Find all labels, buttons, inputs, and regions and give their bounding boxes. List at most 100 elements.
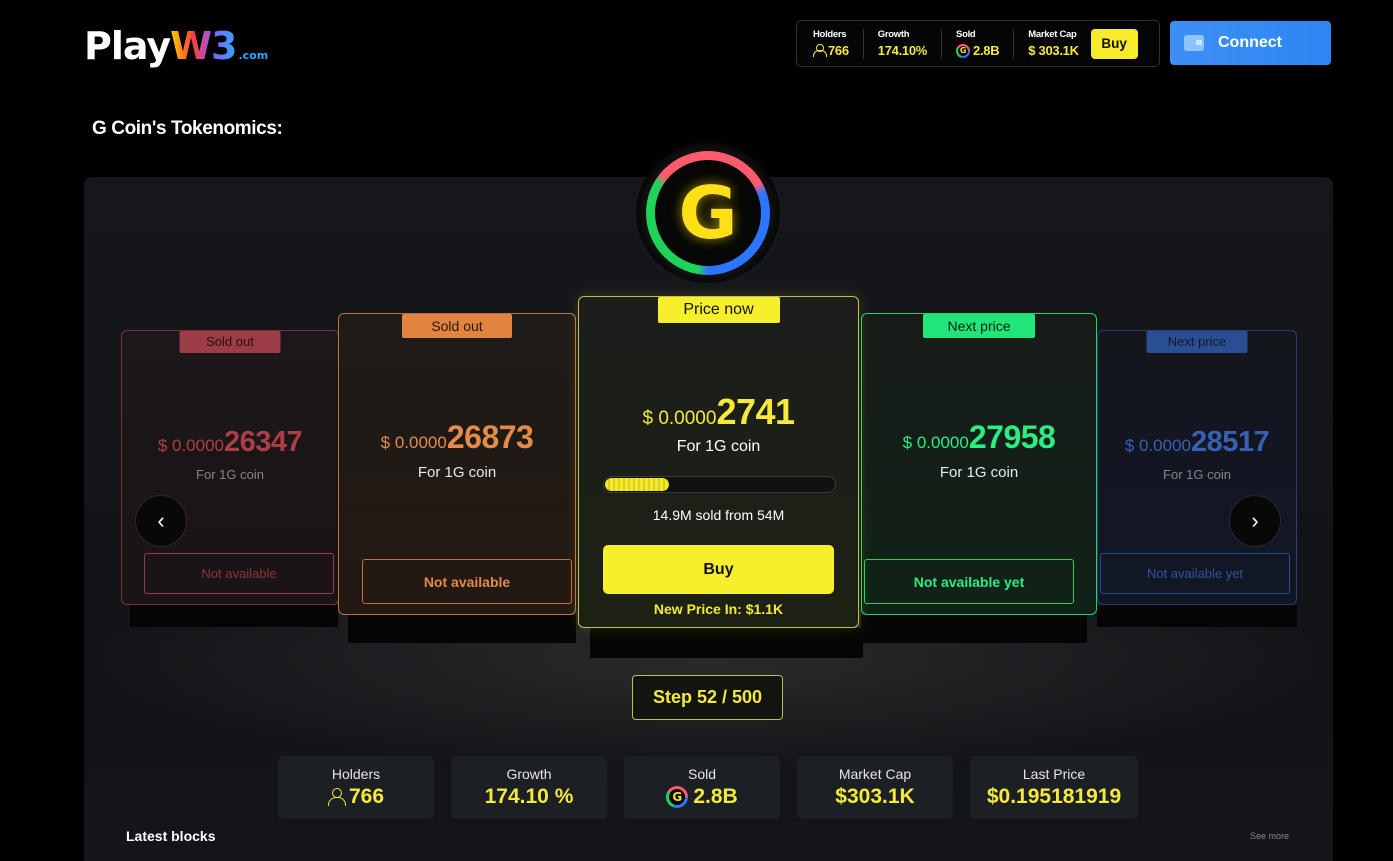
summary-stat-value: 2.8B: [693, 785, 738, 808]
summary-stat-label: Sold: [687, 766, 717, 782]
card-price-value: 26347: [224, 426, 303, 458]
summary-stat-value: $0.195181919: [986, 785, 1122, 808]
page-title: G Coin's Tokenomics:: [92, 118, 283, 139]
g-coin-letter: G: [655, 160, 761, 266]
price-card-next-2: Next price $ 0.000028517 For 1G coin Not…: [1097, 330, 1297, 605]
header-stats-bar: Holders 766 Growth 174.10% Sold 2.8B Mar…: [796, 20, 1160, 67]
header-stat-label: Holders: [813, 29, 847, 40]
card-shadow: [1097, 605, 1297, 627]
header-stat-market-cap: Market Cap $ 303.1K: [1028, 29, 1082, 59]
card-unit: For 1G coin: [417, 464, 497, 481]
header-stat-sold: Sold 2.8B: [956, 28, 1015, 59]
header-stat-value-wrap: 2.8B: [956, 43, 1000, 58]
card-shadow: [130, 605, 338, 627]
summary-stat-label: Holders: [331, 766, 381, 782]
header-stat-value: 766: [828, 43, 849, 58]
card-unit: For 1G coin: [939, 464, 1019, 481]
summary-stat-growth: Growth 174.10 %: [451, 756, 607, 819]
g-coin-icon: [956, 43, 971, 58]
carousel-next-button[interactable]: ›: [1229, 495, 1281, 547]
summary-stats: Holders 766 Growth 174.10 % Sold 2.8B Ma…: [278, 756, 1138, 819]
person-icon: [327, 788, 346, 806]
connect-wallet-button[interactable]: Connect: [1170, 21, 1331, 65]
summary-stat-value-wrap: 2.8B: [624, 785, 780, 809]
sale-progress-bar: [603, 476, 836, 493]
page: Play W3 .com Holders 766 Growth 174.10% So…: [0, 0, 1393, 861]
card-price: $ 0.000027958: [862, 419, 1096, 456]
g-coin-logo: G: [636, 143, 780, 283]
header-stat-growth: Growth 174.10%: [877, 28, 943, 59]
card-shadow: [348, 615, 576, 643]
summary-stat-label: Market Cap: [838, 766, 912, 782]
sold-text: 14.9M sold from 54M: [652, 507, 785, 523]
header-stat-label: Growth: [877, 29, 910, 40]
card-price-prefix: $ 0.0000: [380, 433, 447, 452]
card-status-button: Not available: [144, 553, 334, 594]
see-more-link[interactable]: See more: [1250, 831, 1289, 841]
person-icon: [813, 44, 827, 57]
header-buy-button[interactable]: Buy: [1090, 28, 1138, 59]
summary-stat-value: $303.1K: [835, 785, 915, 808]
wallet-icon: [1184, 35, 1204, 51]
summary-stat-value: 174.10 %: [484, 785, 574, 808]
carousel-prev-button[interactable]: ‹: [135, 495, 187, 547]
card-unit: For 1G coin: [1163, 467, 1231, 482]
new-price-text: New Price In: $1.1K: [653, 601, 784, 617]
header-stat-value: 2.8B: [973, 43, 1000, 58]
summary-stat-value: 766: [348, 785, 385, 808]
card-price-prefix: $ 0.0000: [642, 408, 717, 429]
buy-button[interactable]: Buy: [603, 545, 834, 594]
price-card-next-1: Next price $ 0.000027958 For 1G coin Not…: [861, 313, 1097, 615]
summary-stat-value-wrap: 766: [278, 785, 434, 809]
header-stat-value-wrap: 766: [813, 43, 849, 58]
price-card-current: Price now $ 0.00002741 For 1G coin 14.9M…: [578, 296, 859, 628]
header-stat-value: $ 303.1K: [1028, 43, 1079, 58]
card-unit: For 1G coin: [676, 438, 761, 455]
logo-domain-text: .com: [238, 49, 269, 62]
card-status-button: Not available: [362, 559, 572, 604]
card-status-button: Not available yet: [864, 559, 1074, 604]
g-coin-icon: [666, 786, 689, 808]
price-card-sold-out-2: Sold out $ 0.000026873 For 1G coin Not a…: [338, 313, 576, 615]
chevron-right-icon: ›: [1251, 508, 1259, 533]
summary-stat-last-price: Last Price $0.195181919: [970, 756, 1138, 819]
chevron-left-icon: ‹: [157, 508, 165, 533]
sale-progress-fill: [605, 478, 669, 491]
connect-label: Connect: [1218, 34, 1282, 51]
card-tag: Sold out: [402, 314, 512, 338]
card-status-button: Not available yet: [1100, 553, 1290, 594]
g-coin-ring: G: [646, 151, 770, 275]
card-price-value: 2741: [716, 391, 795, 432]
card-tag: Next price: [923, 314, 1035, 338]
summary-stat-label: Growth: [506, 766, 552, 782]
latest-blocks-heading: Latest blocks: [126, 828, 216, 844]
header-stat-label: Market Cap: [1028, 29, 1077, 40]
card-price-value: 28517: [1191, 426, 1270, 458]
card-unit: For 1G coin: [196, 467, 264, 482]
card-tag: Next price: [1146, 331, 1248, 353]
card-price-value: 26873: [446, 419, 534, 455]
card-shadow: [861, 615, 1087, 643]
logo[interactable]: Play W3 .com: [84, 22, 268, 68]
card-price: $ 0.000028517: [1098, 426, 1296, 459]
header-stat-holders: Holders 766: [813, 28, 864, 59]
card-tag: Sold out: [179, 331, 281, 353]
summary-stat-label: Last Price: [1022, 766, 1086, 782]
card-tag: Price now: [657, 297, 780, 323]
card-price-prefix: $ 0.0000: [1124, 436, 1192, 455]
summary-stat-holders: Holders 766: [278, 756, 434, 819]
card-price: $ 0.000026347: [122, 426, 338, 459]
logo-play-text: Play: [84, 24, 171, 68]
header-stat-label: Sold: [956, 29, 976, 40]
header-stat-value: 174.10%: [877, 43, 928, 58]
card-price: $ 0.00002741: [579, 391, 858, 433]
step-indicator: Step 52 / 500: [632, 675, 783, 720]
card-price-prefix: $ 0.0000: [902, 433, 969, 452]
price-card-sold-out-1: Sold out $ 0.000026347 For 1G coin Not a…: [121, 330, 339, 605]
summary-stat-market-cap: Market Cap $303.1K: [797, 756, 953, 819]
card-price-prefix: $ 0.0000: [157, 436, 225, 455]
logo-w3-text: W3: [170, 24, 237, 68]
card-price-value: 27958: [968, 419, 1056, 455]
summary-stat-sold: Sold 2.8B: [624, 756, 780, 819]
card-shadow: [590, 628, 863, 658]
